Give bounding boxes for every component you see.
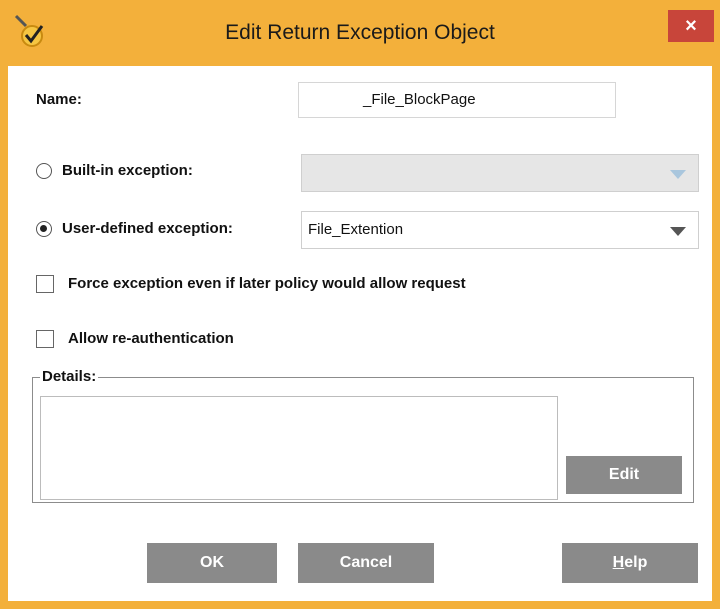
userdefined-exception-dropdown[interactable]: File_Extention [301, 211, 699, 249]
app-icon [14, 14, 44, 47]
ok-button[interactable]: OK [147, 543, 277, 583]
name-field[interactable]: _File_BlockPage [298, 82, 616, 118]
force-exception-label[interactable]: Force exception even if later policy wou… [68, 274, 466, 294]
reauth-label[interactable]: Allow re-authentication [68, 329, 234, 349]
window-title: Edit Return Exception Object [225, 21, 495, 44]
title-bar[interactable]: Edit Return Exception Object × [0, 0, 720, 66]
name-label: Name: [36, 91, 82, 108]
chevron-down-icon [670, 170, 686, 179]
reauth-checkbox[interactable] [36, 330, 54, 348]
dialog-window: Edit Return Exception Object × Name: _Fi… [0, 0, 720, 609]
builtin-exception-label: Built-in exception: [62, 162, 193, 179]
help-label-rest: elp [624, 554, 648, 571]
edit-button[interactable]: Edit [566, 456, 682, 494]
chevron-down-icon [670, 227, 686, 236]
details-text-area[interactable] [40, 396, 558, 500]
dialog-body: Name: _File_BlockPage Built-in exception… [8, 66, 712, 601]
help-button[interactable]: Help [562, 543, 698, 583]
userdefined-exception-value: File_Extention [308, 221, 404, 238]
cancel-button[interactable]: Cancel [298, 543, 434, 583]
close-button[interactable]: × [668, 10, 714, 42]
userdefined-exception-radio[interactable] [36, 221, 52, 237]
force-exception-checkbox[interactable] [36, 275, 54, 293]
builtin-exception-dropdown [301, 154, 699, 192]
help-mnemonic: H [612, 554, 625, 571]
builtin-exception-radio[interactable] [36, 163, 52, 179]
userdefined-exception-label: User-defined exception: [62, 220, 233, 237]
details-legend: Details: [40, 368, 99, 386]
